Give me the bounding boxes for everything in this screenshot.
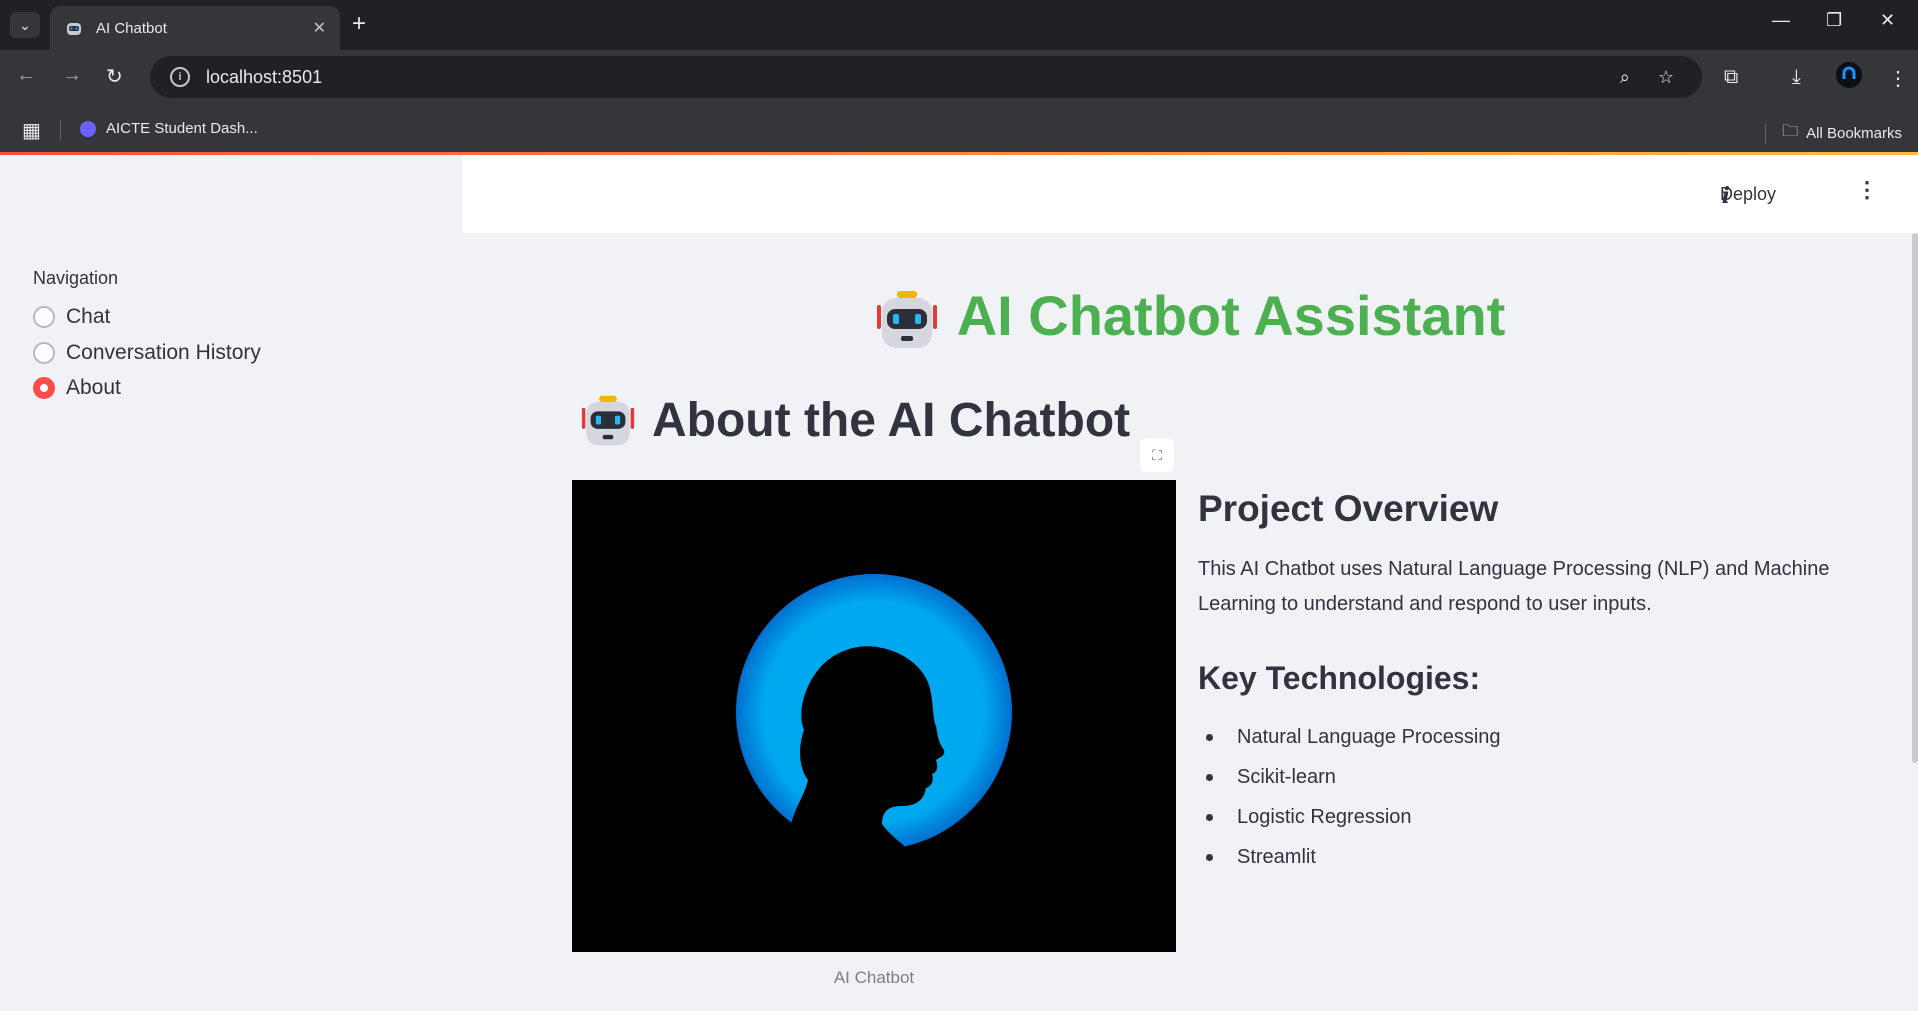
address-bar[interactable]: i localhost:8501 ⌕ ☆ (150, 56, 1702, 98)
apps-grid-icon[interactable]: ▦ (22, 118, 41, 143)
robot-icon (581, 395, 635, 445)
bullet-icon (1206, 813, 1213, 821)
silhouette-illustration (572, 480, 1176, 952)
about-title-text: About the AI Chatbot (652, 394, 1131, 447)
all-bookmarks-label: All Bookmarks (1806, 125, 1902, 142)
extensions-icon[interactable]: ⧉ (1724, 66, 1738, 89)
url-text[interactable]: localhost:8501 (206, 67, 1620, 88)
bookmark-star-icon[interactable]: ☆ (1658, 67, 1674, 88)
image-caption: AI Chatbot (833, 968, 915, 987)
robot-favicon-icon (67, 23, 81, 35)
back-icon[interactable]: ← (16, 64, 36, 87)
radio-circle[interactable] (33, 306, 55, 328)
about-title: About the AI Chatbot (580, 393, 1130, 448)
radio-label: Chat (66, 305, 111, 328)
zoom-icon[interactable]: ⌕ (1620, 67, 1630, 88)
bookmarks-bar: ▦ AICTE Student Dash... 🗀 All Bookmarks (0, 108, 1918, 152)
project-overview-heading: Project Overview (1198, 488, 1499, 529)
chatbot-image (572, 480, 1176, 952)
deploy-button[interactable]: Deploy (1706, 177, 1790, 211)
new-tab-icon[interactable]: + (352, 12, 366, 36)
robot-icon (876, 291, 937, 349)
bullet-icon (1206, 733, 1213, 741)
app-title: AI Chatbot Assistant (462, 283, 1918, 351)
download-icon[interactable]: ⤓ (1792, 66, 1801, 89)
technologies-list: Natural Language Processing Scikit-learn… (1198, 717, 1838, 877)
bookmarks-divider (60, 120, 61, 140)
tab-search-chevron-icon[interactable]: ⌄ (10, 12, 40, 38)
technology-label: Logistic Regression (1237, 805, 1412, 828)
technology-label: Scikit-learn (1237, 765, 1336, 788)
browser-menu-icon[interactable]: ⋮ (1888, 66, 1908, 91)
radio-label: Conversation History (66, 341, 261, 364)
key-technologies-heading: Key Technologies: (1198, 660, 1481, 696)
tab-title: AI Chatbot (96, 19, 167, 37)
fullscreen-expand-icon[interactable]: ⛶ (1140, 438, 1174, 472)
radio-about[interactable]: About (33, 376, 121, 400)
radio-label: About (66, 376, 121, 399)
restore-icon[interactable]: ❐ (1826, 10, 1842, 31)
radio-circle-selected[interactable] (33, 377, 55, 399)
about-details: Project Overview This AI Chatbot uses Na… (1198, 488, 1838, 877)
site-info-icon[interactable]: i (170, 67, 190, 87)
bookmark-aicte[interactable]: AICTE Student Dash... (80, 120, 258, 137)
radio-chat[interactable]: Chat (33, 305, 110, 329)
sidebar: Navigation Chat Conversation History Abo… (0, 155, 462, 1011)
radio-circle[interactable] (33, 342, 55, 364)
browser-tab[interactable]: AI Chatbot ✕ (50, 6, 340, 50)
reload-icon[interactable]: ↻ (106, 64, 123, 89)
main-menu-icon[interactable]: ⋮ (1856, 177, 1878, 203)
folder-icon: 🗀 (1782, 123, 1799, 140)
app-title-text: AI Chatbot Assistant (956, 284, 1506, 347)
all-bookmarks-button[interactable]: 🗀 All Bookmarks (1765, 120, 1902, 147)
profile-avatar[interactable] (1836, 62, 1862, 94)
list-item: Scikit-learn (1198, 757, 1838, 797)
app-header: i Deploy ⋮ (462, 155, 1918, 233)
browser-tab-strip: ⌄ AI Chatbot ✕ + — ❐ ✕ (0, 0, 1918, 50)
project-overview-text: This AI Chatbot uses Natural Language Pr… (1198, 558, 1830, 615)
minimize-icon[interactable]: — (1772, 10, 1790, 31)
list-item: Streamlit (1198, 837, 1838, 877)
technology-label: Streamlit (1237, 845, 1316, 868)
close-window-icon[interactable]: ✕ (1880, 10, 1895, 31)
bullet-icon (1206, 773, 1213, 781)
tab-close-icon[interactable]: ✕ (313, 18, 326, 38)
aicte-favicon-icon (80, 120, 96, 137)
navigation-label: Navigation (33, 268, 119, 288)
technology-label: Natural Language Processing (1237, 725, 1501, 748)
bullet-icon (1206, 853, 1213, 861)
forward-icon[interactable]: → (62, 64, 82, 87)
bookmarks-divider (1765, 123, 1767, 144)
list-item: Natural Language Processing (1198, 717, 1838, 757)
list-item: Logistic Regression (1198, 797, 1838, 837)
bookmark-label: AICTE Student Dash... (106, 120, 258, 137)
browser-toolbar: ← → ↻ i localhost:8501 ⌕ ☆ ⧉ ⤓ ⋮ (0, 50, 1918, 108)
main-content: AI Chatbot Assistant About the AI Chatbo… (462, 233, 1918, 1011)
radio-conversation-history[interactable]: Conversation History (33, 341, 261, 365)
